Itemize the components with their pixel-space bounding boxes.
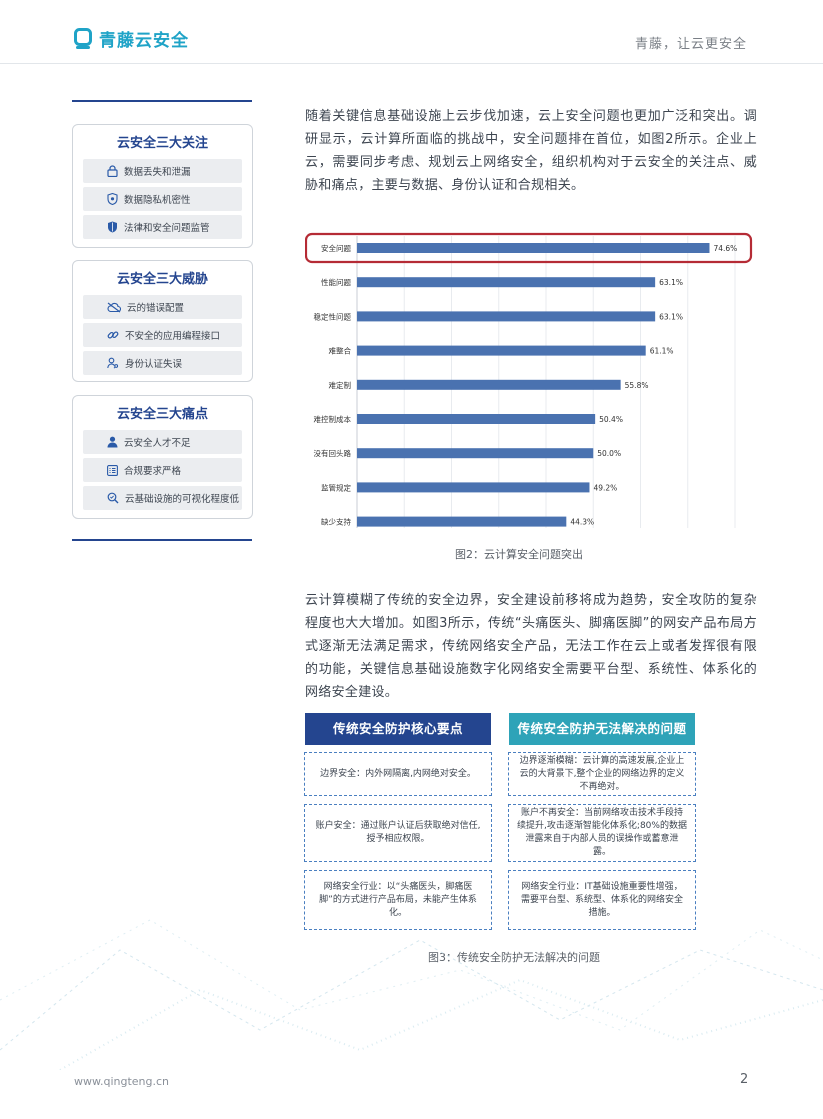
sidebar-top-rule <box>72 100 252 102</box>
shield-icon <box>108 221 117 233</box>
data-label: 50.4% <box>599 415 623 424</box>
card-item: 云安全人才不足 <box>83 430 242 454</box>
card-item-label: 合规要求严格 <box>124 466 182 477</box>
card-item-label: 云基础设施的可视化程度低 <box>125 494 240 505</box>
bar <box>357 448 594 459</box>
user-icon <box>107 436 118 448</box>
data-label: 50.0% <box>597 449 621 458</box>
cloud-off-icon <box>107 302 121 312</box>
data-label: 74.6% <box>713 244 737 253</box>
card-item-label: 不安全的应用编程接口 <box>125 331 221 342</box>
card-item: 身份认证失误 <box>83 351 242 375</box>
card-item-label: 身份认证失误 <box>125 359 183 370</box>
bar <box>357 379 621 390</box>
sidebar-bottom-rule <box>72 539 252 541</box>
concerns-card: 云安全三大关注 数据丢失和泄漏 数据隐私机密性 法律和安全问题监管 <box>72 124 253 248</box>
data-label: 55.8% <box>625 381 649 390</box>
painpoints-card: 云安全三大痛点 云安全人才不足 合规要求严格 云基础设施的可视化程度低 <box>72 395 253 519</box>
figure-2-caption: 图2：云计算安全问题突出 <box>455 548 583 561</box>
core-point-box: 边界安全：内外网隔离,内网绝对安全。 <box>304 752 492 796</box>
category-label: 安全问题 <box>321 243 351 253</box>
card-item: 云的错误配置 <box>83 295 242 319</box>
cloud-security-bar-chart: 安全问题 74.6% 性能问题 63.1% 稳定性问题 63.1% 难整合 61.1% 难定制 5… <box>305 232 753 528</box>
brand-name: 青藤云安全 <box>99 31 189 51</box>
category-label: 监管规定 <box>321 482 351 492</box>
bar <box>357 277 656 288</box>
category-label: 缺少支持 <box>321 517 351 527</box>
link-icon <box>107 331 119 339</box>
document-icon <box>107 464 118 476</box>
card-title: 云安全三大痛点 <box>116 407 208 422</box>
category-label: 稳定性问题 <box>314 311 352 321</box>
bar <box>357 516 567 527</box>
data-label: 63.1% <box>659 278 683 287</box>
page-header: 青藤云安全 青藤，让云更安全 <box>0 0 823 64</box>
data-label: 63.1% <box>659 312 683 321</box>
category-label: 难控制成本 <box>314 414 352 424</box>
page-number: 2 <box>740 1072 749 1087</box>
category-label: 没有回头路 <box>314 448 352 458</box>
threats-card: 云安全三大威胁 云的错误配置 不安全的应用编程接口 身份认证失误 <box>72 260 253 382</box>
card-item: 不安全的应用编程接口 <box>83 323 242 347</box>
problem-box: 边界逐渐模糊：云计算的高速发展,企业上云的大背景下,整个企业的网络边界的定义不再… <box>508 752 696 796</box>
bar <box>357 243 710 253</box>
qingteng-logo-icon <box>74 27 92 49</box>
card-item: 法律和安全问题监管 <box>83 215 242 239</box>
category-label: 难定制 <box>329 380 352 390</box>
card-item: 数据丢失和泄漏 <box>83 159 242 183</box>
data-label: 49.2% <box>593 483 617 492</box>
card-item: 云基础设施的可视化程度低 <box>83 486 242 510</box>
card-item: 合规要求严格 <box>83 458 242 482</box>
traditional-core-header: 传统安全防护核心要点 <box>305 713 491 745</box>
bar <box>357 345 646 356</box>
bar <box>357 414 596 424</box>
data-label: 61.1% <box>650 347 674 356</box>
lock-icon <box>107 165 118 177</box>
data-label: 44.3% <box>570 518 594 527</box>
category-label: 难整合 <box>329 346 352 356</box>
shield-gear-icon <box>107 193 118 205</box>
header-slogan: 青藤，让云更安全 <box>634 37 747 52</box>
decorative-wave-pattern <box>0 919 823 1070</box>
card-item: 数据隐私机密性 <box>83 187 242 211</box>
footer-website[interactable]: www.qingteng.cn <box>74 1075 169 1088</box>
card-item-label: 数据丢失和泄漏 <box>124 167 191 178</box>
user-key-icon <box>107 357 119 369</box>
card-item-label: 云安全人才不足 <box>124 438 191 449</box>
intro-paragraph: 随着关键信息基础设施上云步伐加速，云上安全问题也更加广泛和突出。调研显示，云计算… <box>305 109 757 193</box>
problem-box: 账户不再安全：当前网络攻击技术手段持续提升,攻击逐渐智能化体系化;80%的数据泄… <box>508 804 696 862</box>
bar <box>357 482 590 493</box>
card-item-label: 云的错误配置 <box>127 303 185 314</box>
category-label: 性能问题 <box>321 277 351 287</box>
card-item-label: 法律和安全问题监管 <box>124 223 210 234</box>
card-title: 云安全三大威胁 <box>116 272 208 287</box>
search-icon <box>107 492 119 504</box>
card-item-label: 数据隐私机密性 <box>124 195 191 206</box>
brand-logo[interactable]: 青藤云安全 <box>74 26 189 51</box>
card-title: 云安全三大关注 <box>116 136 208 151</box>
bar <box>357 311 656 322</box>
boundary-paragraph: 云计算模糊了传统的安全边界，安全建设前移将成为趋势，安全攻防的复杂程度也大大增加… <box>305 593 757 700</box>
core-point-box: 账户安全：通过账户认证后获取绝对信任,授予相应权限。 <box>304 804 492 862</box>
unsolved-problems-header: 传统安全防护无法解决的问题 <box>509 713 695 745</box>
